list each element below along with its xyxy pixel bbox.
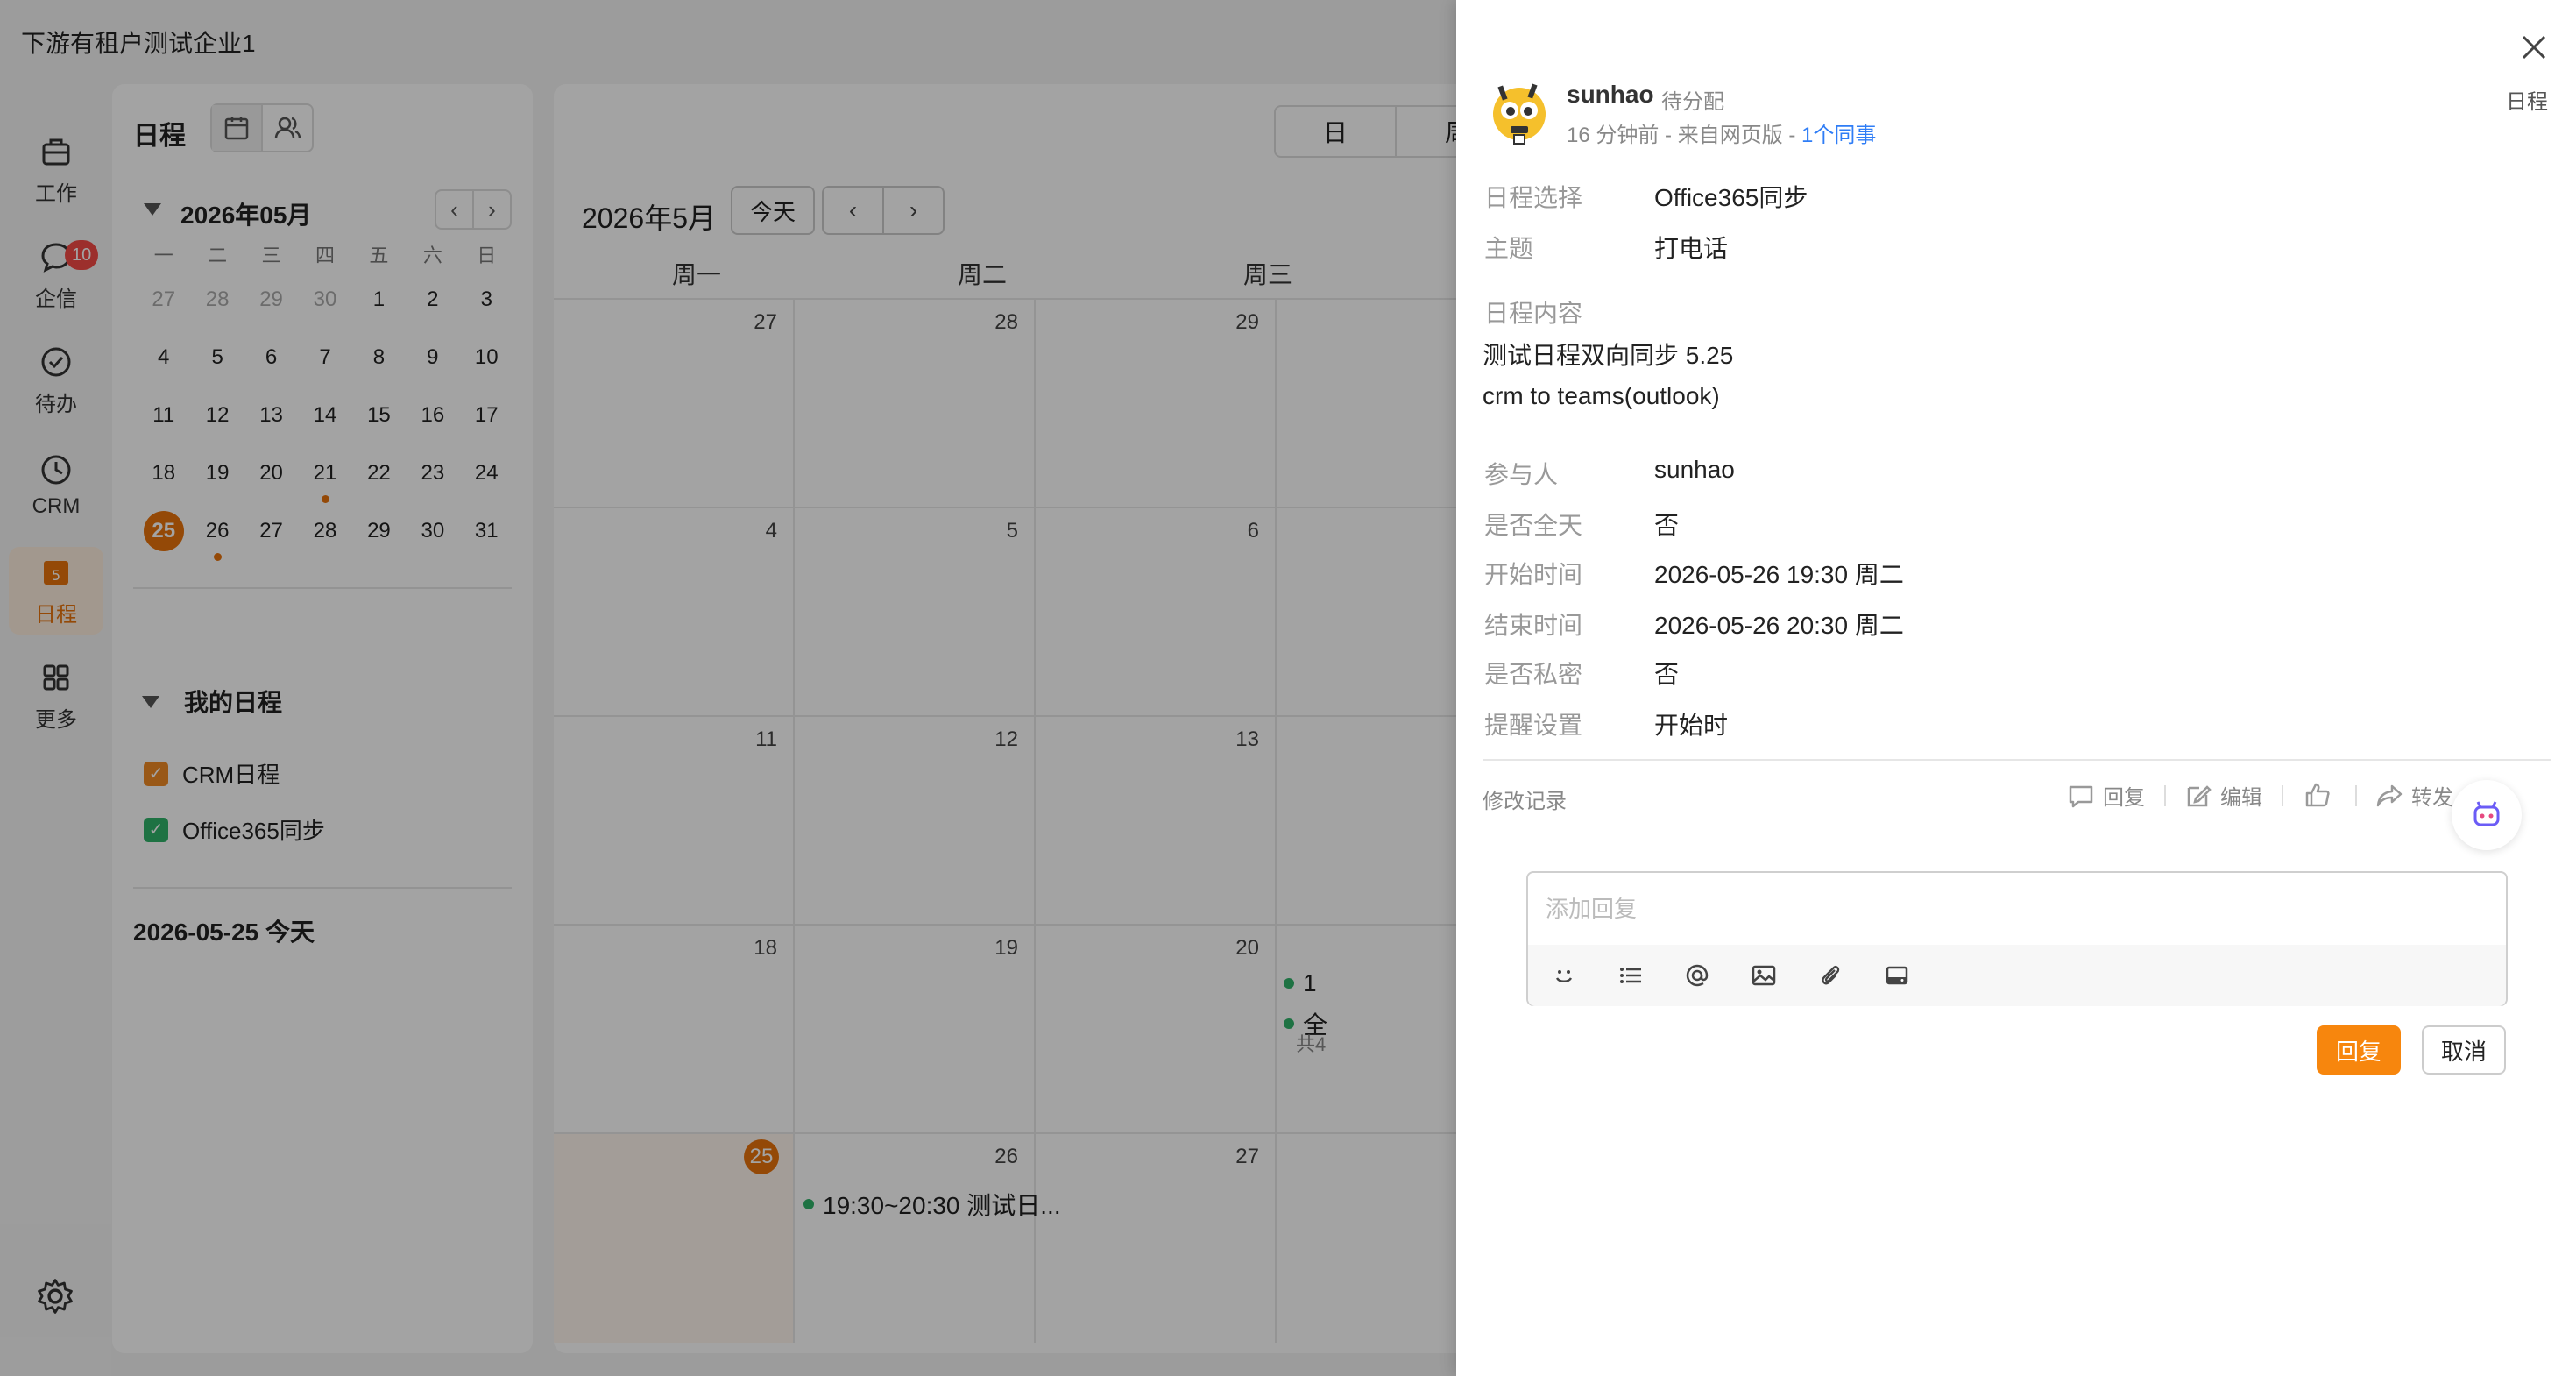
post-meta-text: 16 分钟前 - 来自网页版 - (1567, 124, 1802, 147)
type-tag: 日程 (2506, 90, 2548, 114)
event-detail-drawer: sunhao 待分配 16 分钟前 - 来自网页版 - 1个同事 日程 日程选择… (1456, 0, 2576, 1376)
emoji-button[interactable] (1549, 961, 1579, 990)
reply-editor (1526, 871, 2508, 1006)
content-line: 测试日程双向同步 5.25 (1483, 342, 1734, 369)
close-icon[interactable] (2518, 32, 2550, 63)
cancel-button[interactable]: 取消 (2422, 1025, 2506, 1075)
divider (1483, 759, 2551, 761)
edit-history-link[interactable]: 修改记录 (1483, 784, 1567, 814)
separator (2355, 785, 2357, 806)
list-button[interactable] (1616, 961, 1645, 990)
attachment-button[interactable] (1815, 961, 1845, 990)
modal-overlay[interactable] (0, 0, 1456, 1376)
reply-action[interactable]: 回复 (2066, 780, 2145, 811)
reply-submit-button[interactable]: 回复 (2317, 1025, 2401, 1075)
field-label: 主题 (1484, 235, 1534, 262)
at-sign-icon (1686, 964, 1709, 987)
avatar (1493, 83, 1546, 145)
field-label: 提醒设置 (1484, 712, 1583, 739)
edit-action[interactable]: 编辑 (2183, 780, 2262, 811)
field-label: 开始时间 (1484, 561, 1583, 588)
end-time-value: 2026-05-26 20:30 周二 (1654, 612, 1904, 639)
private-value: 否 (1654, 661, 1680, 688)
reply-action-label: 回复 (2103, 786, 2145, 810)
forward-action-label: 转发 (2411, 786, 2453, 810)
forward-action[interactable]: 转发 (2374, 780, 2453, 811)
comment-icon (2069, 785, 2093, 807)
status-badge: 待分配 (1661, 90, 1724, 114)
colleagues-link[interactable]: 1个同事 (1801, 124, 1876, 147)
subject-value: 打电话 (1654, 235, 1729, 262)
emoji-icon (1555, 970, 1573, 982)
field-label: 是否全天 (1484, 512, 1583, 539)
author-name[interactable]: sunhao (1567, 81, 1654, 109)
image-icon (1752, 965, 1776, 986)
paperclip-icon (1822, 965, 1840, 985)
drive-button[interactable] (1882, 961, 1912, 990)
field-label: 参与人 (1484, 461, 1559, 488)
participants-value: sunhao (1654, 456, 1735, 483)
field-label: 结束时间 (1484, 612, 1583, 639)
edit-icon (2187, 784, 2212, 806)
start-time-value: 2026-05-26 19:30 周二 (1654, 561, 1904, 588)
calendar-value: Office365同步 (1654, 184, 1808, 211)
content-line: crm to teams(outlook) (1483, 382, 1720, 409)
field-label: 日程内容 (1484, 300, 1583, 327)
separator (2282, 785, 2283, 806)
field-label: 日程选择 (1484, 184, 1583, 211)
allday-value: 否 (1654, 512, 1680, 539)
thumbs-up-icon (2305, 783, 2330, 807)
separator (2164, 785, 2166, 806)
edit-action-label: 编辑 (2220, 786, 2262, 810)
mention-button[interactable] (1682, 961, 1712, 990)
reply-toolbar (1528, 945, 2506, 1006)
share-icon (2376, 784, 2403, 806)
list-icon (1620, 968, 1641, 983)
reply-input[interactable] (1528, 873, 2506, 945)
reminder-value: 开始时 (1654, 712, 1729, 739)
field-label: 是否私密 (1484, 661, 1583, 688)
post-meta: 16 分钟前 - 来自网页版 - 1个同事 (1567, 117, 1876, 148)
image-button[interactable] (1749, 961, 1779, 990)
drive-icon (1886, 966, 1908, 985)
like-action[interactable] (2303, 780, 2332, 810)
robot-icon (2473, 801, 2500, 826)
assistant-bot-button[interactable] (2452, 780, 2522, 850)
